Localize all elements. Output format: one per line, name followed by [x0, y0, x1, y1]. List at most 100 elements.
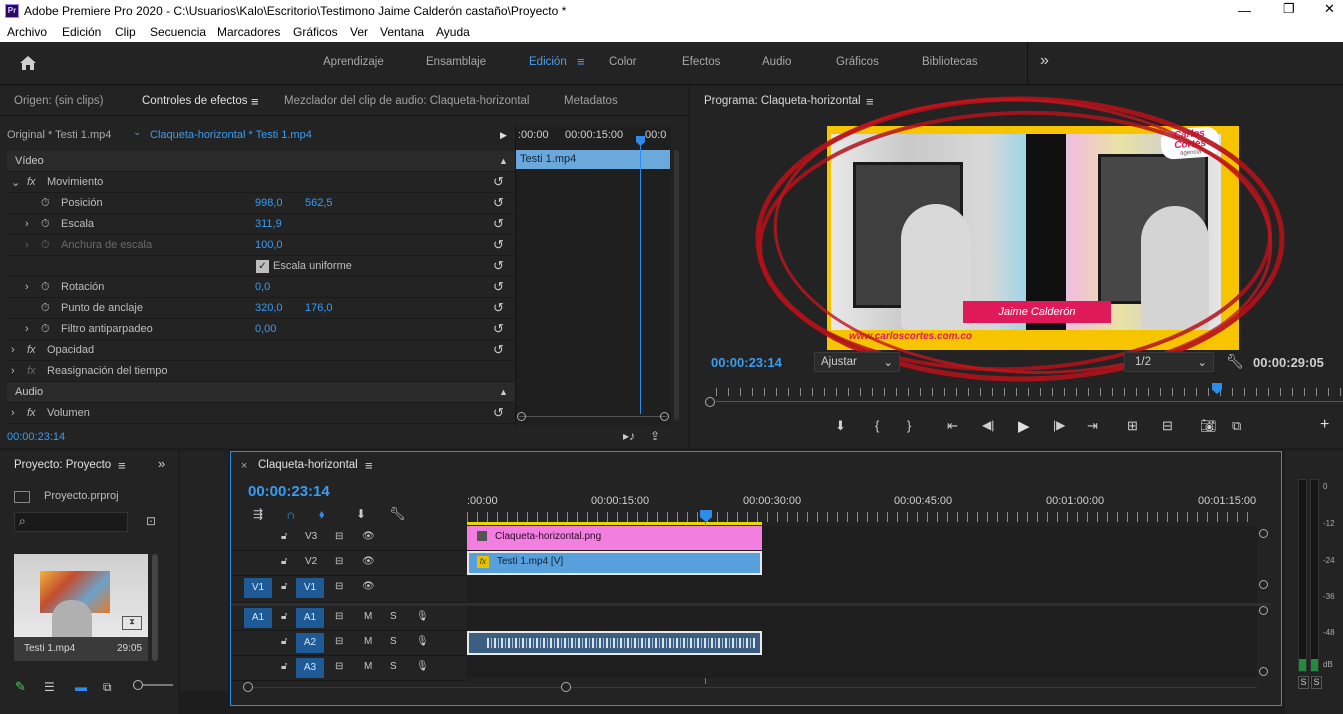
master-clip-label[interactable]: Original * Testi 1.mp4: [7, 129, 111, 141]
workspace-graficos[interactable]: Gráficos: [836, 56, 879, 68]
timeline-zoom-handle-left[interactable]: [243, 682, 253, 692]
mini-zoom-handle-left[interactable]: [517, 412, 526, 421]
go-to-out-icon[interactable]: ⇥: [1087, 418, 1098, 434]
icon-view-icon[interactable]: ▬: [75, 680, 87, 694]
clip-testi-video[interactable]: Testi 1.mp4 [V]: [467, 551, 762, 575]
close-icon[interactable]: ✕: [1324, 1, 1335, 17]
posicion-y-value[interactable]: 562,5: [305, 197, 333, 209]
program-zoom-handle[interactable]: [705, 397, 715, 407]
workspace-menu-icon[interactable]: ≡: [577, 54, 585, 69]
play-only-icon[interactable]: ▶: [500, 130, 507, 141]
wrench-icon[interactable]: 🔧︎: [1226, 353, 1244, 370]
sync-lock-icon[interactable]: ⊟: [335, 556, 343, 567]
tab-metadatos[interactable]: Metadatos: [564, 95, 618, 107]
program-timecode[interactable]: 00:00:23:14: [711, 355, 782, 370]
new-bin-icon[interactable]: ⊡: [146, 514, 156, 528]
lift-icon[interactable]: ⊞: [1127, 418, 1138, 434]
escala-uniforme-checkbox[interactable]: ✓: [256, 260, 269, 273]
export-icon[interactable]: ⇪: [650, 429, 660, 443]
solo-left-button[interactable]: S: [1298, 676, 1309, 689]
source-patch-a1[interactable]: A1: [244, 608, 272, 628]
lock-icon[interactable]: 🔓︎: [281, 636, 287, 647]
lock-icon[interactable]: 🔓︎: [281, 611, 287, 622]
workspace-ensamblaje[interactable]: Ensamblaje: [426, 56, 486, 68]
mark-out-icon[interactable]: }: [907, 418, 911, 433]
reset-icon[interactable]: ↺: [493, 301, 507, 315]
eye-icon[interactable]: 👁︎: [362, 556, 375, 567]
stopwatch-icon[interactable]: ⏱: [41, 302, 50, 315]
linked-selection-icon[interactable]: ⬧: [319, 507, 324, 522]
effect-opacidad[interactable]: › fx Opacidad ↺: [7, 340, 515, 361]
project-search-input[interactable]: ⌕: [14, 512, 128, 532]
project-title[interactable]: Proyecto: Proyecto: [14, 459, 111, 471]
reset-icon[interactable]: ↺: [493, 259, 507, 273]
timeline-zoom-handle-right[interactable]: [561, 682, 571, 692]
program-ruler[interactable]: [716, 388, 1343, 396]
sync-lock-icon[interactable]: ⊟: [335, 531, 343, 542]
effect-volumen[interactable]: › fx Volumen ↺: [7, 403, 515, 424]
effect-movimiento[interactable]: ⌄ fx Movimiento ↺: [7, 172, 515, 193]
clip-testi-audio[interactable]: [467, 631, 762, 655]
workspace-edicion[interactable]: Edición: [529, 56, 567, 68]
menu-marcadores[interactable]: Marcadores: [217, 25, 280, 39]
microphone-icon[interactable]: 🎙︎: [416, 636, 429, 647]
anclaje-y-value[interactable]: 176,0: [305, 302, 333, 314]
zoom-slider-handle[interactable]: [133, 680, 143, 690]
mini-clip-bar[interactable]: Testi 1.mp4: [516, 150, 670, 169]
stopwatch-icon[interactable]: ⏱: [41, 323, 50, 336]
microphone-icon[interactable]: 🎙︎: [416, 611, 429, 622]
project-scrollbar[interactable]: [152, 554, 158, 661]
snap-magnet-icon[interactable]: ∩: [286, 507, 295, 522]
clip-claqueta-png[interactable]: Claqueta-horizontal.png: [467, 526, 762, 550]
mini-playhead-handle[interactable]: [636, 136, 645, 146]
play-audio-icon[interactable]: ▸♪: [623, 429, 635, 443]
sync-lock-icon[interactable]: ⊟: [335, 661, 343, 672]
timeline-vertical-scroll[interactable]: [1259, 526, 1269, 678]
solo-right-button[interactable]: S: [1311, 676, 1322, 689]
workspace-color[interactable]: Color: [609, 56, 636, 68]
tab-origen[interactable]: Origen: (sin clips): [14, 95, 103, 107]
workspace-audio[interactable]: Audio: [762, 56, 791, 68]
tab-mezclador-audio[interactable]: Mezclador del clip de audio: Claqueta-ho…: [284, 95, 529, 107]
reset-icon[interactable]: ↺: [493, 217, 507, 231]
lock-icon[interactable]: 🔓︎: [281, 531, 287, 542]
mute-button[interactable]: M: [364, 611, 372, 622]
menu-ver[interactable]: Ver: [350, 25, 368, 39]
filtro-value[interactable]: 0,00: [255, 323, 276, 335]
menu-graficos[interactable]: Gráficos: [293, 25, 338, 39]
panel-menu-icon[interactable]: ≡: [118, 458, 126, 473]
expand-chevron-icon[interactable]: ›: [25, 218, 29, 230]
menu-ventana[interactable]: Ventana: [380, 25, 424, 39]
workspaces-overflow-icon[interactable]: »: [1040, 52, 1049, 70]
collapse-up-icon[interactable]: ▲: [499, 154, 513, 168]
menu-ayuda[interactable]: Ayuda: [436, 25, 470, 39]
step-back-icon[interactable]: ◀|: [982, 418, 994, 432]
menu-secuencia[interactable]: Secuencia: [150, 25, 206, 39]
expand-chevron-icon[interactable]: ›: [11, 344, 15, 356]
posicion-x-value[interactable]: 998,0: [255, 197, 283, 209]
target-track-a1[interactable]: A1: [296, 608, 324, 628]
effect-controls-scrollbar[interactable]: [674, 150, 679, 420]
rotacion-value[interactable]: 0,0: [255, 281, 270, 293]
fit-dropdown[interactable]: Ajustar ⌄: [814, 352, 900, 372]
lock-icon[interactable]: 🔓︎: [281, 556, 287, 567]
expand-chevron-icon[interactable]: ›: [11, 407, 15, 419]
menu-clip[interactable]: Clip: [115, 25, 136, 39]
maximize-icon[interactable]: ❐: [1283, 1, 1295, 17]
track-label[interactable]: V3: [305, 531, 317, 542]
timeline-timecode[interactable]: 00:00:23:14: [248, 483, 330, 500]
sequence-tab[interactable]: Claqueta-horizontal: [258, 459, 358, 471]
nest-icon[interactable]: ⇶: [253, 507, 263, 521]
expand-chevron-icon[interactable]: ›: [25, 281, 29, 293]
work-area-bar[interactable]: [467, 522, 762, 525]
reset-icon[interactable]: ↺: [493, 406, 507, 420]
sequence-clip-label[interactable]: Claqueta-horizontal * Testi 1.mp4: [150, 129, 312, 141]
eye-icon[interactable]: 👁︎: [362, 531, 375, 542]
play-icon[interactable]: ▶: [1018, 417, 1030, 435]
mark-in-icon[interactable]: {: [875, 418, 879, 433]
sync-lock-icon[interactable]: ⊟: [335, 581, 343, 592]
eye-icon[interactable]: 👁︎: [362, 581, 375, 592]
reset-icon[interactable]: ↺: [493, 238, 507, 252]
solo-button[interactable]: S: [390, 661, 397, 672]
list-view-icon[interactable]: ☰: [44, 680, 55, 694]
